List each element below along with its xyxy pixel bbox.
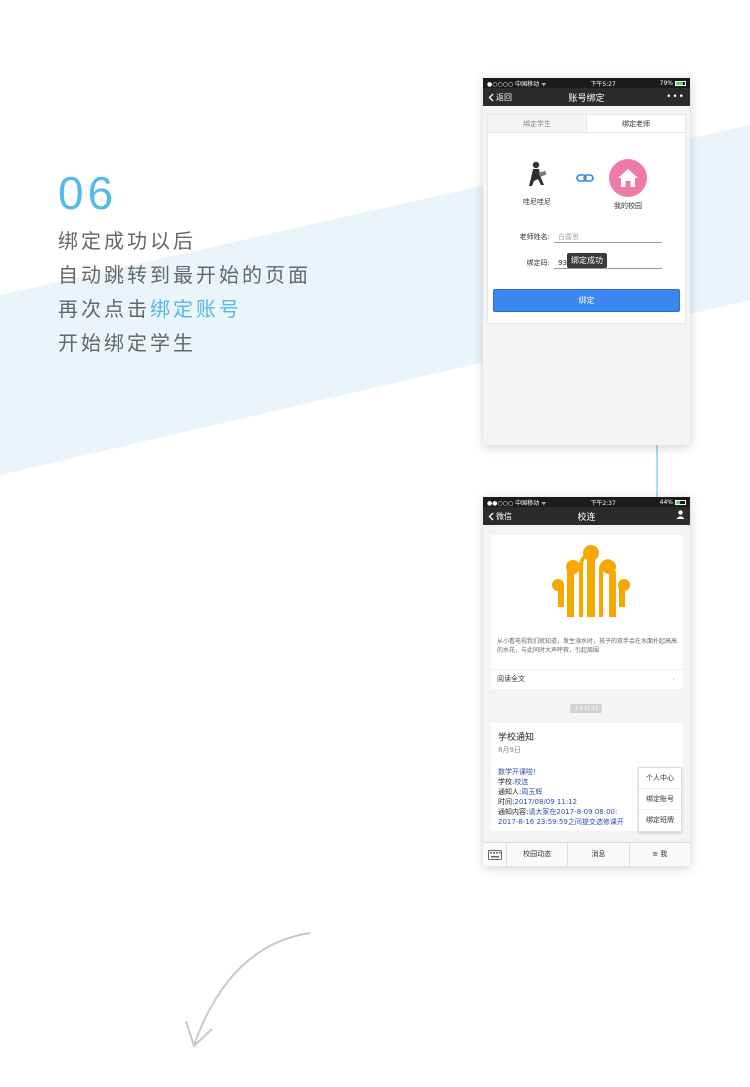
teacher-name-label: 老师姓名:: [519, 233, 550, 241]
chevron-left-icon: [488, 93, 494, 101]
nav-bar: 返回 账号绑定 •••: [483, 88, 690, 106]
more-button[interactable]: •••: [666, 92, 685, 102]
tab-campus-news[interactable]: 校园动态: [507, 843, 569, 866]
page-title: 校连: [577, 512, 596, 523]
tab-bind-teacher[interactable]: 绑定老师: [587, 115, 685, 132]
step-number: 06: [58, 167, 118, 219]
menu-item-bind-class-card[interactable]: 绑定班牌: [639, 810, 681, 831]
time-chip: 上午11:12: [570, 704, 603, 713]
article-excerpt: 从小看电视我们就知道，发生溺水时，孩子的双手会在水面扑起高高的水花，与此同时大声…: [497, 638, 678, 654]
phone-screenshot-chat: ●●○○○ 中国移动 ᯤ 下午2:37 44% 微信 校连 从小看电视我们就知道…: [483, 497, 690, 866]
step-description: 06 绑定成功以后 自动跳转到最开始的页面 再次点击绑定账号 开始绑定学生: [58, 168, 311, 360]
popup-menu: 个人中心 绑定账号 绑定班牌: [638, 767, 682, 832]
step-line-2: 自动跳转到最开始的页面: [58, 263, 311, 287]
curved-arrow-icon: [185, 932, 311, 1048]
clock: 下午2:37: [590, 499, 616, 507]
carrier: ●○○○○ 中国移动 ᯤ: [487, 80, 547, 88]
teacher-name-field: 老师姓名: 白露思: [498, 231, 662, 243]
step-line-1: 绑定成功以后: [58, 229, 196, 253]
chevron-right-icon: ›: [672, 675, 675, 683]
step-line-3-highlight: 绑定账号: [150, 297, 242, 321]
tab-me[interactable]: ≡ 我: [630, 843, 690, 866]
back-button[interactable]: 返回: [488, 92, 512, 103]
menu-item-personal-center[interactable]: 个人中心: [639, 768, 681, 789]
bind-code-label: 绑定码:: [526, 259, 550, 267]
status-bar: ●○○○○ 中国移动 ᯤ 下午5:27 79%: [483, 78, 690, 88]
school-logo-icon: [552, 545, 630, 617]
success-toast: 绑定成功: [567, 253, 607, 268]
article-card[interactable]: 从小看电视我们就知道，发生溺水时，孩子的双手会在水面扑起高高的水花，与此同时大声…: [491, 535, 683, 689]
keyboard-toggle[interactable]: [483, 843, 507, 866]
back-button[interactable]: 微信: [488, 511, 512, 522]
user-avatar: 哇尼哇尼: [520, 159, 554, 207]
home-icon: [618, 169, 638, 187]
battery: 79%: [660, 80, 686, 87]
keyboard-icon: [487, 849, 502, 860]
chevron-left-icon: [488, 512, 494, 520]
status-bar: ●●○○○ 中国移动 ᯤ 下午2:37 44%: [483, 497, 690, 507]
school-name-label: 我的校园: [614, 202, 642, 210]
link-icon: [576, 174, 594, 182]
school-avatar: 我的校园: [604, 159, 652, 211]
battery-icon: [675, 80, 686, 86]
step-line-3: 再次点击绑定账号: [58, 292, 311, 326]
person-reading-icon: [529, 161, 547, 186]
read-all-link[interactable]: 阅读全文 ›: [491, 669, 683, 687]
notice-title: 学校通知: [498, 733, 535, 743]
user-icon: [676, 510, 685, 519]
user-name-label: 哇尼哇尼: [523, 198, 551, 206]
clock: 下午5:27: [590, 80, 616, 88]
profile-button[interactable]: [676, 510, 685, 522]
phone-screenshot-bind: ●○○○○ 中国移动 ᯤ 下午5:27 79% 返回 账号绑定 ••• 绑定学生…: [483, 78, 690, 445]
carrier: ●●○○○ 中国移动 ᯤ: [487, 499, 547, 507]
step-line-3-prefix: 再次点击: [58, 297, 150, 321]
page-title: 账号绑定: [568, 93, 605, 104]
step-line-4: 开始绑定学生: [58, 331, 196, 355]
notice-date: 8月9日: [498, 746, 521, 754]
bind-button[interactable]: 绑定: [493, 289, 680, 312]
battery: 44%: [660, 499, 686, 506]
bottom-tab-bar: 校园动态 消息 ≡ 我: [483, 842, 690, 866]
battery-icon: [675, 499, 686, 505]
tab-bind-student[interactable]: 绑定学生: [488, 115, 587, 132]
nav-bar: 微信 校连: [483, 507, 690, 525]
tab-messages[interactable]: 消息: [568, 843, 630, 866]
menu-item-bind-account[interactable]: 绑定账号: [639, 789, 681, 810]
teacher-name-input[interactable]: 白露思: [554, 231, 662, 243]
